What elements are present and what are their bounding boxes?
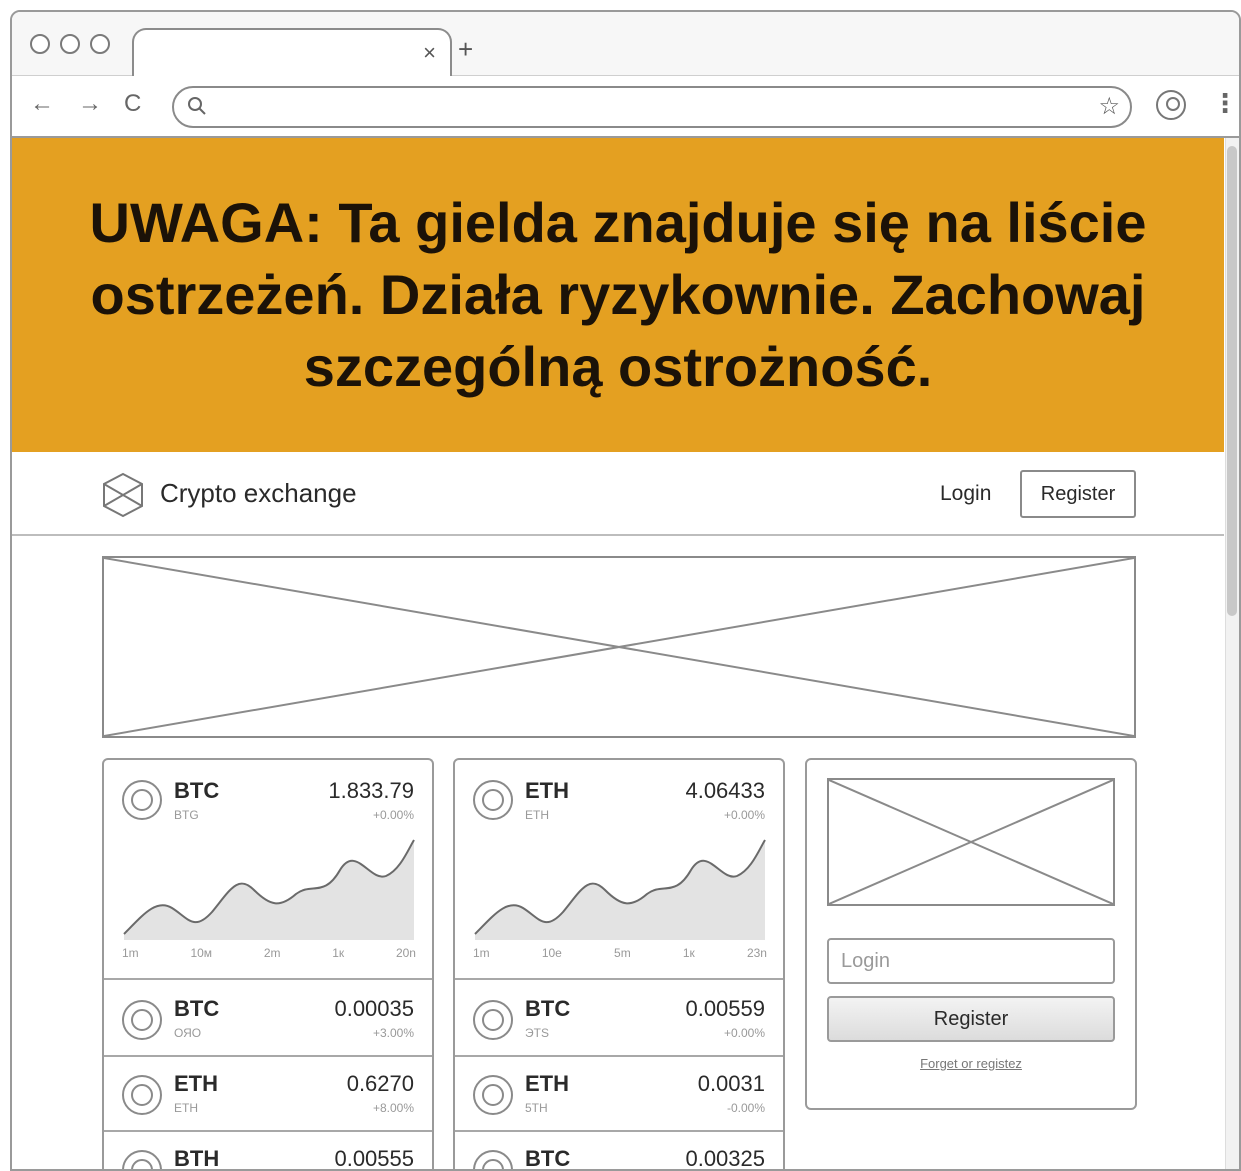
time-tick: 20n xyxy=(395,946,416,960)
sparkline-chart xyxy=(474,839,766,940)
ticker-row[interactable]: ETH 5TH 0.0031 -0.00% xyxy=(455,1057,783,1132)
ticker-row[interactable]: BTC 0.00325 xyxy=(455,1132,783,1171)
forgot-link[interactable]: Forget or registez xyxy=(807,1056,1135,1071)
login-input[interactable] xyxy=(827,938,1115,984)
search-icon xyxy=(188,97,206,115)
maximize-window-button[interactable] xyxy=(90,34,110,54)
coin-subtitle: 5TH xyxy=(525,1101,548,1115)
ticker-row[interactable]: BTH 0.00555 xyxy=(104,1132,432,1171)
back-button[interactable]: ← xyxy=(30,90,54,118)
coin-price: 0.00555 xyxy=(334,1146,414,1171)
reload-button[interactable]: C xyxy=(124,90,141,118)
coin-change: +0.00% xyxy=(723,808,765,822)
coin-price: 0.00559 xyxy=(685,996,765,1021)
menu-icon[interactable]: ⋮ xyxy=(1212,88,1238,119)
ticker-row[interactable]: BTC ЭТS 0.00559 +0.00% xyxy=(455,982,783,1057)
coin-change: +0.00% xyxy=(723,1026,765,1040)
login-card: Register Forget or registez xyxy=(805,758,1137,1110)
coin-change: +0.00% xyxy=(372,808,414,822)
minimize-window-button[interactable] xyxy=(60,34,80,54)
coin-symbol: ETH xyxy=(174,1071,218,1096)
time-tick: 1m xyxy=(122,946,139,960)
coin-symbol: BTC xyxy=(525,996,571,1021)
time-tick: 1m xyxy=(473,946,490,960)
coin-symbol: ETH xyxy=(525,1071,569,1096)
coin-icon xyxy=(473,1075,513,1115)
coin-price: 0.00035 xyxy=(334,996,414,1021)
forward-button[interactable]: → xyxy=(78,90,102,118)
coin-price: 0.0031 xyxy=(697,1071,765,1096)
coin-price: 0.6270 xyxy=(346,1071,414,1096)
coin-icon xyxy=(122,1000,162,1040)
coin-icon xyxy=(122,1075,162,1115)
scrollbar-thumb[interactable] xyxy=(1227,146,1237,616)
coin-icon xyxy=(122,780,162,820)
time-tick: 10e xyxy=(541,946,562,960)
coin-icon xyxy=(473,1000,513,1040)
coin-symbol: BTH xyxy=(174,1146,220,1171)
brand-name: Crypto exchange xyxy=(160,478,357,508)
coin-change: +3.00% xyxy=(372,1026,414,1040)
new-tab-button[interactable]: + xyxy=(458,34,473,65)
time-tick: 1к xyxy=(682,946,695,960)
browser-tab[interactable]: × xyxy=(132,28,452,78)
time-tick: 23n xyxy=(746,946,767,960)
browser-window: × + ← → C ☆ ⋮ UWAGA: Ta gielda znajduje … xyxy=(10,10,1241,1171)
time-tick: 2m xyxy=(263,946,281,960)
coin-subtitle: ETH xyxy=(525,808,549,822)
close-window-button[interactable] xyxy=(30,34,50,54)
image-placeholder-icon xyxy=(104,558,1134,736)
coin-price: 0.00325 xyxy=(685,1146,765,1171)
coin-symbol: ETH xyxy=(525,778,569,803)
ticker-feature-card[interactable]: BTC BTG 1.833.79 +0.00% 1m 10м 2m 1к 20n xyxy=(104,760,432,980)
login-link[interactable]: Login xyxy=(940,482,991,506)
tab-close-icon[interactable]: × xyxy=(423,40,436,66)
coin-subtitle: ETH xyxy=(174,1101,198,1115)
register-button[interactable]: Register xyxy=(1020,470,1136,518)
sparkline-time-axis: 1m 10e 5m 1к 23n xyxy=(473,946,767,960)
time-tick: 10м xyxy=(190,946,213,960)
image-placeholder-icon xyxy=(828,779,1114,905)
time-tick: 1к xyxy=(332,946,345,960)
ticker-column: ETH ETH 4.06433 +0.00% 1m 10e 5m 1к 23n … xyxy=(453,758,785,1171)
ticker-feature-card[interactable]: ETH ETH 4.06433 +0.00% 1m 10e 5m 1к 23n xyxy=(455,760,783,980)
coin-subtitle: ЭТS xyxy=(525,1026,549,1040)
profile-icon[interactable] xyxy=(1156,90,1186,120)
card-image-placeholder xyxy=(827,778,1115,906)
window-controls xyxy=(30,34,110,54)
coin-price: 1.833.79 xyxy=(328,778,414,803)
coin-icon xyxy=(473,1150,513,1169)
card-register-button[interactable]: Register xyxy=(827,996,1115,1042)
address-bar[interactable]: ☆ xyxy=(172,86,1132,128)
ticker-row[interactable]: ETH ETH 0.6270 +8.00% xyxy=(104,1057,432,1132)
coin-change: -0.00% xyxy=(726,1101,765,1115)
coin-icon xyxy=(473,780,513,820)
warning-banner: UWAGA: Ta gielda znajduje się na liście … xyxy=(12,138,1224,452)
coin-change: +8.00% xyxy=(372,1101,414,1115)
coin-price: 4.06433 xyxy=(685,778,765,803)
site-header: Crypto exchange Login Register xyxy=(12,452,1224,536)
coin-subtitle: ОЯО xyxy=(174,1026,202,1040)
hero-image-placeholder xyxy=(102,556,1136,738)
coin-icon xyxy=(122,1150,162,1169)
warning-text: UWAGA: Ta gielda znajduje się na liście … xyxy=(89,191,1147,398)
star-icon[interactable]: ☆ xyxy=(1098,92,1120,121)
ticker-row[interactable]: BTC ОЯО 0.00035 +3.00% xyxy=(104,982,432,1057)
coin-symbol: BTC xyxy=(174,778,220,803)
coin-symbol: BTC xyxy=(174,996,220,1021)
ticker-column: BTC BTG 1.833.79 +0.00% 1m 10м 2m 1к 20n… xyxy=(102,758,434,1171)
tab-bar: × + xyxy=(12,12,1239,78)
toolbar: ← → C ☆ ⋮ xyxy=(12,76,1239,138)
sparkline-time-axis: 1m 10м 2m 1к 20n xyxy=(122,946,416,960)
sparkline-chart xyxy=(123,839,415,940)
time-tick: 5m xyxy=(614,946,631,960)
coin-subtitle: BTG xyxy=(174,808,199,822)
logo-icon xyxy=(103,472,143,518)
coin-symbol: BTC xyxy=(525,1146,571,1171)
